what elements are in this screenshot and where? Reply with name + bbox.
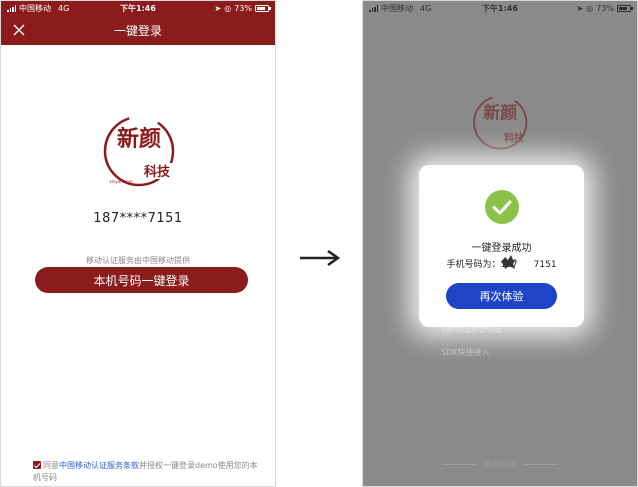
signal-icon — [7, 4, 16, 12]
nav-bar: 一键登录 — [1, 15, 275, 45]
alarm-icon: ◎ — [586, 3, 594, 13]
login-screen: 中国移动 4G 下午1:46 ➤ ◎ 73% 一键登录 新颜 科技 xinyan… — [0, 0, 276, 487]
location-icon: ➤ — [214, 3, 222, 13]
comparison-screenshot: 中国移动 4G 下午1:46 ➤ ◎ 73% 一键登录 新颜 科技 xinyan… — [0, 0, 638, 487]
xinyan-logo-dimmed: 新颜 科技 — [473, 95, 528, 150]
footer: 新颜科技 — [363, 459, 637, 470]
footer-text: 新颜科技 — [484, 460, 516, 469]
dialog-title: 一键登录成功 — [471, 243, 532, 254]
logo-sub: 科技 — [144, 164, 171, 180]
agreement-prefix: 同意 — [43, 461, 59, 470]
logo-brand: 新颜 — [117, 126, 161, 152]
status-bar: 中国移动 4G 下午1:46 ➤ ◎ 73% — [1, 1, 275, 15]
agreement-text: 同意中国移动认证服务条款并授权一键登录demo使用您的本机号码 — [33, 460, 263, 484]
close-icon[interactable] — [11, 22, 27, 38]
login-success-screen: 中国移动 4G 下午1:46 ➤ ◎ 73% 新颜 科技 2秒完成登录认证 SD… — [362, 0, 638, 487]
logo-url: xinyan.com — [109, 179, 132, 184]
agreement-checkbox[interactable] — [33, 461, 41, 469]
location-icon: ➤ — [576, 3, 584, 13]
phone-tail: 7151 — [533, 260, 557, 270]
logo-brand: 新颜 — [483, 103, 517, 123]
masked-phone-number: 187****7151 — [93, 211, 183, 226]
network-label: 4G — [58, 3, 70, 13]
carrier-label: 中国移动 — [381, 3, 413, 13]
status-bar: 中国移动 4G 下午1:46 ➤ ◎ 73% — [363, 1, 637, 15]
status-time: 下午1:46 — [120, 3, 156, 13]
xinyan-logo: 新颜 科技 xinyan.com — [103, 115, 175, 187]
battery-percent: 73% — [234, 3, 252, 13]
status-time: 下午1:46 — [482, 3, 518, 13]
network-label: 4G — [420, 3, 432, 13]
bg-feature-item: SDK快捷接入 — [441, 348, 490, 357]
try-again-button[interactable]: 再次体验 — [446, 283, 557, 309]
alarm-icon: ◎ — [224, 3, 232, 13]
success-dialog: 一键登录成功 手机号码为：1877151 再次体验 — [419, 165, 584, 327]
redaction-smudge — [501, 255, 516, 269]
carrier-label: 中国移动 — [19, 3, 51, 13]
battery-icon — [254, 4, 271, 12]
provider-note: 移动认证服务由中国移动提供 — [86, 256, 190, 265]
battery-icon — [616, 4, 633, 12]
logo-sub: 科技 — [504, 132, 525, 145]
check-circle-icon — [485, 190, 519, 224]
phone-label: 手机号码为： — [446, 260, 501, 270]
one-click-login-button[interactable]: 本机号码一键登录 — [35, 267, 248, 293]
page-title: 一键登录 — [113, 23, 162, 38]
service-terms-link[interactable]: 中国移动认证服务条款 — [59, 461, 139, 470]
battery-percent: 73% — [596, 3, 614, 13]
signal-icon — [369, 4, 378, 12]
arrow-right-icon — [300, 249, 341, 267]
